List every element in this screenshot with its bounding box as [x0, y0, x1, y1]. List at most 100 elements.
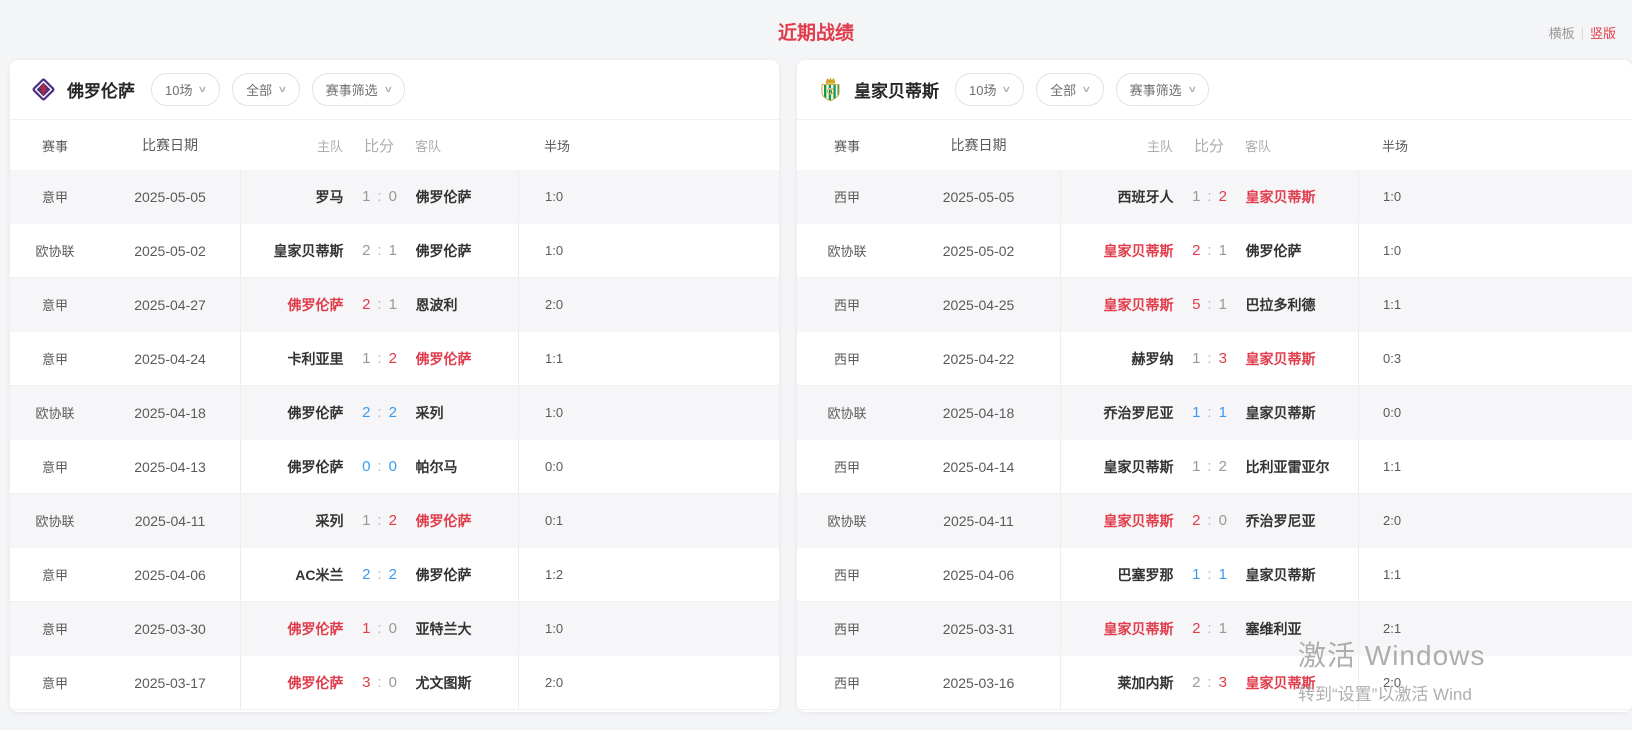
row-away-goals: 2 — [1219, 188, 1227, 205]
row-away-team: 乔治罗尼亚 — [1246, 511, 1359, 531]
col-half-label: 半场 — [518, 136, 779, 155]
score-separator: : — [1207, 350, 1211, 367]
row-away-team: 佛罗伦萨 — [416, 565, 519, 585]
row-match: 乔治罗尼亚 1 : 1 皇家贝蒂斯 — [1060, 386, 1358, 439]
row-score: 2 : 0 — [1174, 512, 1246, 529]
row-home-team: 皇家贝蒂斯 — [1061, 619, 1174, 639]
row-away-team: 恩波利 — [416, 295, 519, 315]
match-row[interactable]: 欧协联 2025-05-02 皇家贝蒂斯 2 : 1 佛罗伦萨 1:0 — [797, 224, 1632, 278]
layout-horizontal-link[interactable]: 横板 — [1549, 23, 1575, 42]
row-date: 2025-04-06 — [100, 567, 240, 583]
row-match: 佛罗伦萨 2 : 2 采列 — [240, 386, 518, 439]
row-half-time: 1:2 — [518, 548, 779, 601]
match-row[interactable]: 西甲 2025-04-14 皇家贝蒂斯 1 : 2 比利亚雷亚尔 1:1 — [797, 440, 1632, 494]
scope-dropdown[interactable]: 全部 ∨ — [232, 73, 300, 106]
row-league: 欧协联 — [10, 403, 100, 422]
scope-value: 全部 — [1050, 80, 1076, 99]
match-row[interactable]: 意甲 2025-04-06 AC米兰 2 : 2 佛罗伦萨 1:2 — [10, 548, 779, 602]
row-away-goals: 1 — [1219, 404, 1227, 421]
row-half-time: 0:0 — [1358, 386, 1632, 439]
row-match: 佛罗伦萨 0 : 0 帕尔马 — [240, 440, 518, 493]
match-row[interactable]: 西甲 2025-04-06 巴塞罗那 1 : 1 皇家贝蒂斯 1:1 — [797, 548, 1632, 602]
match-row[interactable]: 意甲 2025-03-30 佛罗伦萨 1 : 0 亚特兰大 1:0 — [10, 602, 779, 656]
row-home-goals: 3 — [362, 674, 370, 691]
match-row[interactable]: 意甲 2025-04-13 佛罗伦萨 0 : 0 帕尔马 0:0 — [10, 440, 779, 494]
score-separator: : — [377, 512, 381, 529]
match-row[interactable]: 欧协联 2025-04-18 佛罗伦萨 2 : 2 采列 1:0 — [10, 386, 779, 440]
row-match: 皇家贝蒂斯 5 : 1 巴拉多利德 — [1060, 278, 1358, 331]
row-half-time: 1:1 — [518, 332, 779, 385]
row-away-team: 塞维利亚 — [1246, 619, 1359, 639]
row-match: 皇家贝蒂斯 2 : 1 塞维利亚 — [1060, 602, 1358, 655]
row-home-goals: 1 — [1192, 188, 1200, 205]
match-row[interactable]: 欧协联 2025-04-11 采列 1 : 2 佛罗伦萨 0:1 — [10, 494, 779, 548]
score-separator: : — [1207, 458, 1211, 475]
competition-filter-dropdown[interactable]: 赛事筛选 ∨ — [312, 73, 406, 106]
match-row[interactable]: 西甲 2025-05-05 西班牙人 1 : 2 皇家贝蒂斯 1:0 — [797, 170, 1632, 224]
row-home-goals: 1 — [362, 620, 370, 637]
layout-toggle-separator: | — [1581, 25, 1584, 40]
row-away-team: 佛罗伦萨 — [416, 511, 519, 531]
row-home-team: 巴塞罗那 — [1061, 565, 1174, 585]
row-half-time: 1:0 — [518, 224, 779, 277]
row-home-goals: 2 — [1192, 674, 1200, 691]
score-separator: : — [377, 458, 381, 475]
match-row[interactable]: 西甲 2025-03-16 莱加内斯 2 : 3 皇家贝蒂斯 2:0 — [797, 656, 1632, 710]
row-away-goals: 1 — [1219, 296, 1227, 313]
row-away-team: 比利亚雷亚尔 — [1246, 457, 1359, 477]
row-home-team: 佛罗伦萨 — [241, 295, 344, 315]
row-date: 2025-04-18 — [100, 405, 240, 421]
match-row[interactable]: 西甲 2025-03-31 皇家贝蒂斯 2 : 1 塞维利亚 2:1 — [797, 602, 1632, 656]
row-away-goals: 1 — [389, 242, 397, 259]
row-league: 意甲 — [10, 187, 100, 206]
row-half-time: 1:0 — [518, 386, 779, 439]
match-row[interactable]: 意甲 2025-04-27 佛罗伦萨 2 : 1 恩波利 2:0 — [10, 278, 779, 332]
row-away-goals: 2 — [389, 512, 397, 529]
col-home-label: 主队 — [240, 136, 343, 155]
match-row[interactable]: 意甲 2025-04-24 卡利亚里 1 : 2 佛罗伦萨 1:1 — [10, 332, 779, 386]
team-name: 皇家贝蒂斯 — [854, 77, 939, 102]
row-away-goals: 3 — [1219, 350, 1227, 367]
row-score: 1 : 2 — [344, 512, 416, 529]
match-row[interactable]: 西甲 2025-04-25 皇家贝蒂斯 5 : 1 巴拉多利德 1:1 — [797, 278, 1632, 332]
page-title: 近期战绩 — [0, 18, 1632, 45]
match-row[interactable]: 欧协联 2025-04-18 乔治罗尼亚 1 : 1 皇家贝蒂斯 0:0 — [797, 386, 1632, 440]
row-score: 2 : 3 — [1174, 674, 1246, 691]
row-score: 2 : 2 — [344, 404, 416, 421]
row-league: 西甲 — [797, 457, 897, 476]
match-row[interactable]: 意甲 2025-05-05 罗马 1 : 0 佛罗伦萨 1:0 — [10, 170, 779, 224]
row-away-goals: 0 — [389, 188, 397, 205]
match-row[interactable]: 西甲 2025-04-22 赫罗纳 1 : 3 皇家贝蒂斯 0:3 — [797, 332, 1632, 386]
competition-filter-value: 赛事筛选 — [326, 80, 378, 99]
row-date: 2025-03-30 — [100, 621, 240, 637]
matches-count-dropdown[interactable]: 10场 ∨ — [955, 73, 1024, 106]
svg-text:B: B — [828, 89, 832, 95]
chevron-down-icon: ∨ — [383, 84, 393, 95]
row-match: 佛罗伦萨 2 : 1 恩波利 — [240, 278, 518, 331]
chevron-down-icon: ∨ — [198, 84, 208, 95]
row-league: 欧协联 — [797, 403, 897, 422]
matches-count-dropdown[interactable]: 10场 ∨ — [151, 73, 220, 106]
row-home-goals: 2 — [1192, 620, 1200, 637]
row-home-goals: 1 — [1192, 404, 1200, 421]
competition-filter-dropdown[interactable]: 赛事筛选 ∨ — [1116, 73, 1210, 106]
match-row[interactable]: 欧协联 2025-05-02 皇家贝蒂斯 2 : 1 佛罗伦萨 1:0 — [10, 224, 779, 278]
row-match: AC米兰 2 : 2 佛罗伦萨 — [240, 548, 518, 601]
row-match: 佛罗伦萨 1 : 0 亚特兰大 — [240, 602, 518, 655]
match-row[interactable]: 意甲 2025-03-17 佛罗伦萨 3 : 0 尤文图斯 2:0 — [10, 656, 779, 710]
scope-dropdown[interactable]: 全部 ∨ — [1036, 73, 1104, 106]
layout-vertical-link[interactable]: 竖版 — [1590, 23, 1616, 42]
row-half-time: 1:1 — [1358, 278, 1632, 331]
row-score: 3 : 0 — [344, 674, 416, 691]
row-half-time: 0:0 — [518, 440, 779, 493]
match-row[interactable]: 欧协联 2025-04-11 皇家贝蒂斯 2 : 0 乔治罗尼亚 2:0 — [797, 494, 1632, 548]
row-away-goals: 2 — [1219, 458, 1227, 475]
row-score: 1 : 2 — [1174, 188, 1246, 205]
row-half-time: 2:1 — [1358, 602, 1632, 655]
row-away-goals: 1 — [1219, 242, 1227, 259]
row-league: 西甲 — [797, 349, 897, 368]
row-half-time: 1:1 — [1358, 548, 1632, 601]
row-half-time: 0:3 — [1358, 332, 1632, 385]
col-league-label: 赛事 — [10, 136, 100, 155]
row-date: 2025-04-22 — [897, 351, 1060, 367]
